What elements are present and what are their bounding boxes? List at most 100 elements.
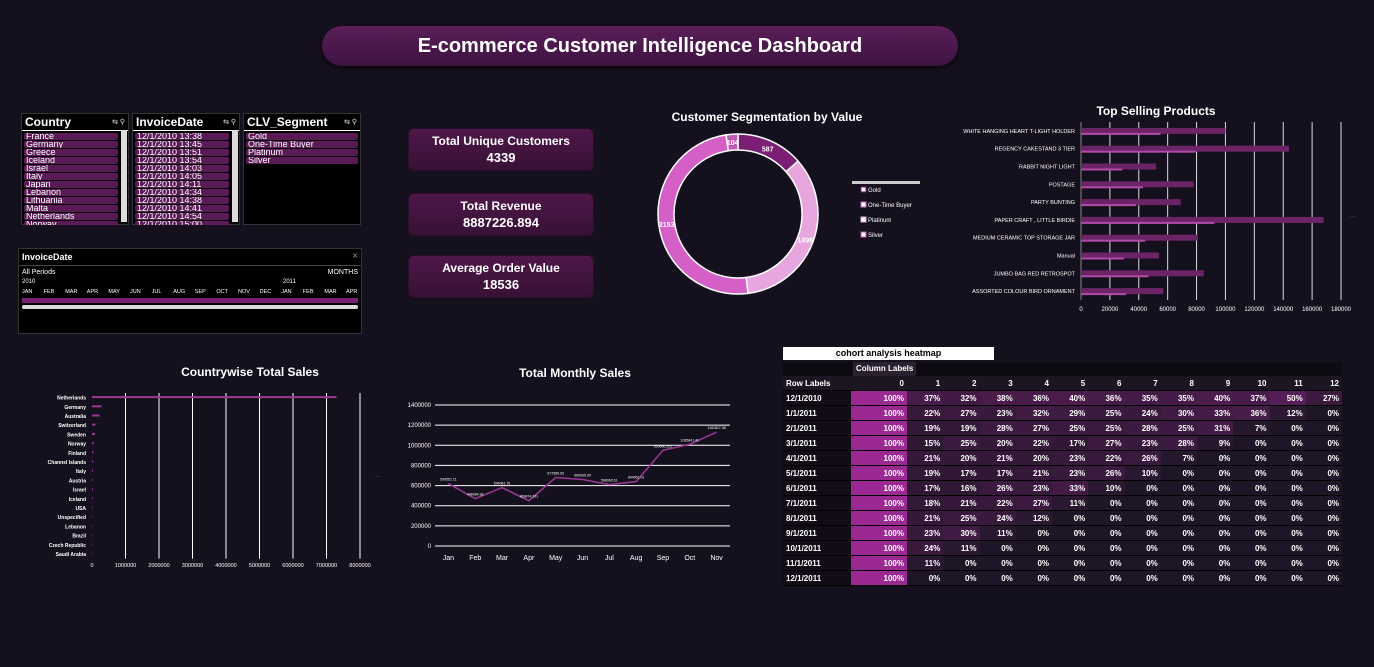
timeline-scrollbar[interactable]: [22, 305, 358, 309]
timeline-month-label[interactable]: MAY: [108, 289, 120, 295]
bar[interactable]: [92, 469, 94, 472]
timeline-month-label[interactable]: JAN: [281, 289, 291, 295]
timeline-month-label[interactable]: JUL: [152, 289, 162, 295]
bar[interactable]: [92, 451, 94, 454]
timeline-month-label[interactable]: JUN: [130, 289, 141, 295]
bar[interactable]: [92, 432, 96, 435]
more-icon[interactable]: ···: [375, 474, 381, 480]
timeline-clear-icon[interactable]: ✕: [352, 252, 358, 262]
bar[interactable]: [92, 497, 93, 500]
slicer-item-date[interactable]: 12/1/2010 13:54: [135, 157, 229, 164]
country-slicer[interactable]: Country ⇆ ⚲ France Germany Greece Iceland Isr…: [21, 113, 129, 225]
slicer-item-date[interactable]: 12/1/2010 14:54: [135, 213, 229, 220]
slicer-item-segment[interactable]: Silver: [246, 157, 358, 164]
timeline-month-label[interactable]: AUG: [173, 289, 185, 295]
cohort-cell: 0%: [1233, 450, 1270, 466]
cohort-row: 4/1/2011 100% 21% 20% 21% 20% 23% 22% 26% 7% 0% 0% 0…: [783, 450, 1342, 466]
slicer-item-date[interactable]: 12/1/2010 14:41: [135, 205, 229, 212]
cohort-cell: 0%: [1124, 555, 1161, 571]
monthly-sales-chart: 0 200000 400000 600000 800000 1000000 1200000 1…: [408, 403, 730, 562]
timeline-level[interactable]: MONTHS: [328, 269, 358, 276]
timeline-month-label[interactable]: MAR: [324, 289, 336, 295]
timeline-month-label[interactable]: MAR: [65, 289, 77, 295]
bar[interactable]: [92, 442, 94, 445]
slicer-item-date[interactable]: 12/1/2010 15:00: [135, 221, 229, 225]
bar[interactable]: [92, 552, 93, 555]
filter-icons[interactable]: ⇆ ⚲: [112, 118, 125, 126]
timeline-month-label[interactable]: APR: [346, 289, 357, 295]
bar[interactable]: [92, 543, 93, 546]
slicer-scrollbar[interactable]: [121, 130, 127, 222]
timeline-month-label[interactable]: DEC: [260, 289, 272, 295]
kpi-label: Total Revenue: [460, 199, 542, 213]
timeline-month-label[interactable]: JAN: [22, 289, 32, 295]
legend-label[interactable]: Platinum: [868, 218, 891, 224]
slicer-item-country[interactable]: Italy: [24, 173, 118, 180]
slicer-item-country[interactable]: Netherlands: [24, 213, 118, 220]
bar[interactable]: [92, 405, 102, 408]
slicer-item-date[interactable]: 12/1/2010 14:05: [135, 173, 229, 180]
slicer-item-country[interactable]: Lithuania: [24, 197, 118, 204]
bar-highlight: [1081, 204, 1136, 207]
bar[interactable]: [92, 515, 93, 518]
slicer-item-country[interactable]: Norway: [24, 221, 118, 225]
segmentation-donut-chart: 587 1496 2153 104 Gold One-Time Buyer Platinum…: [657, 133, 920, 295]
slicer-item-date[interactable]: 12/1/2010 14:38: [135, 197, 229, 204]
bar[interactable]: [92, 396, 337, 399]
slicer-item-segment[interactable]: Gold: [246, 133, 358, 140]
timeline-month-label[interactable]: APR: [87, 289, 98, 295]
slicer-item-country[interactable]: Lebanon: [24, 189, 118, 196]
country-sales-chart: 0 1000000 2000000 3000000 4000000 5000000 6000…: [48, 393, 381, 569]
more-icon[interactable]: ···: [1350, 214, 1356, 220]
slicer-item-country[interactable]: Greece: [24, 149, 118, 156]
filter-icons[interactable]: ⇆ ⚲: [344, 118, 357, 126]
slicer-item-date[interactable]: 12/1/2010 14:34: [135, 189, 229, 196]
timeline-month-label[interactable]: OCT: [216, 289, 228, 295]
slicer-item-date[interactable]: 12/1/2010 13:45: [135, 141, 229, 148]
bar[interactable]: [92, 488, 93, 491]
bar[interactable]: [92, 423, 96, 426]
slicer-item-date[interactable]: 12/1/2010 14:11: [135, 181, 229, 188]
donut-slice-platinum[interactable]: [745, 160, 819, 295]
y-category-label: Unspecified: [58, 515, 86, 521]
legend-label[interactable]: One-Time Buyer: [868, 203, 912, 209]
timeline-month-label[interactable]: FEB: [303, 289, 314, 295]
slicer-scrollbar[interactable]: [232, 130, 238, 222]
slicer-item-date[interactable]: 12/1/2010 13:51: [135, 149, 229, 156]
slicer-item-country[interactable]: France: [24, 133, 118, 140]
cohort-cell: 20%: [1015, 450, 1052, 466]
cohort-cell: 0%: [1197, 465, 1234, 481]
timeline-month-label[interactable]: FEB: [44, 289, 55, 295]
sales-line[interactable]: [448, 431, 717, 502]
slicer-item-segment[interactable]: Platinum: [246, 149, 358, 156]
invoice-date-slicer[interactable]: InvoiceDate ⇆ ⚲ 12/1/2010 13:38 12/1/2010 …: [132, 113, 240, 225]
slicer-item-country[interactable]: Japan: [24, 181, 118, 188]
slicer-item-date[interactable]: 12/1/2010 13:38: [135, 133, 229, 140]
slicer-item-segment[interactable]: One-Time Buyer: [246, 141, 358, 148]
filter-icons[interactable]: ⇆ ⚲: [223, 118, 236, 126]
legend-scrollbar[interactable]: [852, 181, 920, 184]
bar[interactable]: [92, 414, 100, 417]
legend-label[interactable]: Silver: [868, 233, 883, 239]
timeline-month-label[interactable]: NOV: [238, 289, 250, 295]
bar[interactable]: [92, 460, 94, 463]
donut-slice-one-time-buyer[interactable]: [657, 134, 749, 295]
cohort-column-labels[interactable]: Column Labels: [853, 362, 917, 376]
slicer-item-country[interactable]: Malta: [24, 205, 118, 212]
clv-segment-slicer[interactable]: CLV_Segment ⇆ ⚲ Gold One-Time Buyer Platinu…: [243, 113, 361, 225]
bar[interactable]: [92, 534, 93, 537]
timeline-selected-range[interactable]: [22, 298, 358, 303]
bar[interactable]: [92, 478, 93, 481]
invoice-date-timeline[interactable]: InvoiceDate ✕ All Periods MONTHS 2010 201…: [18, 248, 362, 334]
cohort-row-labels-header[interactable]: Row Labels: [783, 376, 851, 391]
bar[interactable]: [92, 524, 93, 527]
bar[interactable]: [92, 506, 93, 509]
slicer-item-date[interactable]: 12/1/2010 14:03: [135, 165, 229, 172]
legend-label[interactable]: Gold: [868, 188, 881, 194]
slicer-item-country[interactable]: Iceland: [24, 157, 118, 164]
cohort-cell: 0%: [1197, 570, 1234, 586]
timeline-month-label[interactable]: SEP: [195, 289, 206, 295]
cohort-cell: 24%: [979, 510, 1016, 526]
slicer-item-country[interactable]: Israel: [24, 165, 118, 172]
slicer-item-country[interactable]: Germany: [24, 141, 118, 148]
